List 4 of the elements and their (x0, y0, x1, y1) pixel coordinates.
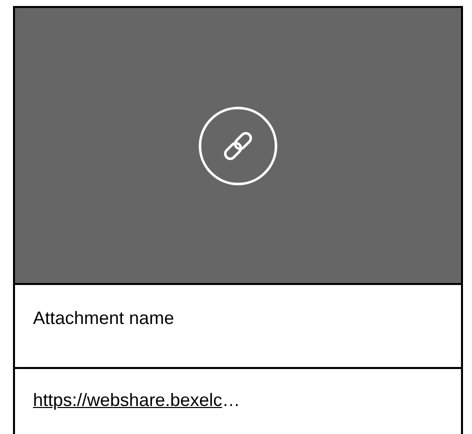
link-icon (198, 106, 278, 186)
attachment-name: Attachment name (33, 308, 174, 328)
attachment-link[interactable]: https://webshare.bexelc (33, 390, 222, 410)
ellipsis: … (222, 390, 240, 410)
